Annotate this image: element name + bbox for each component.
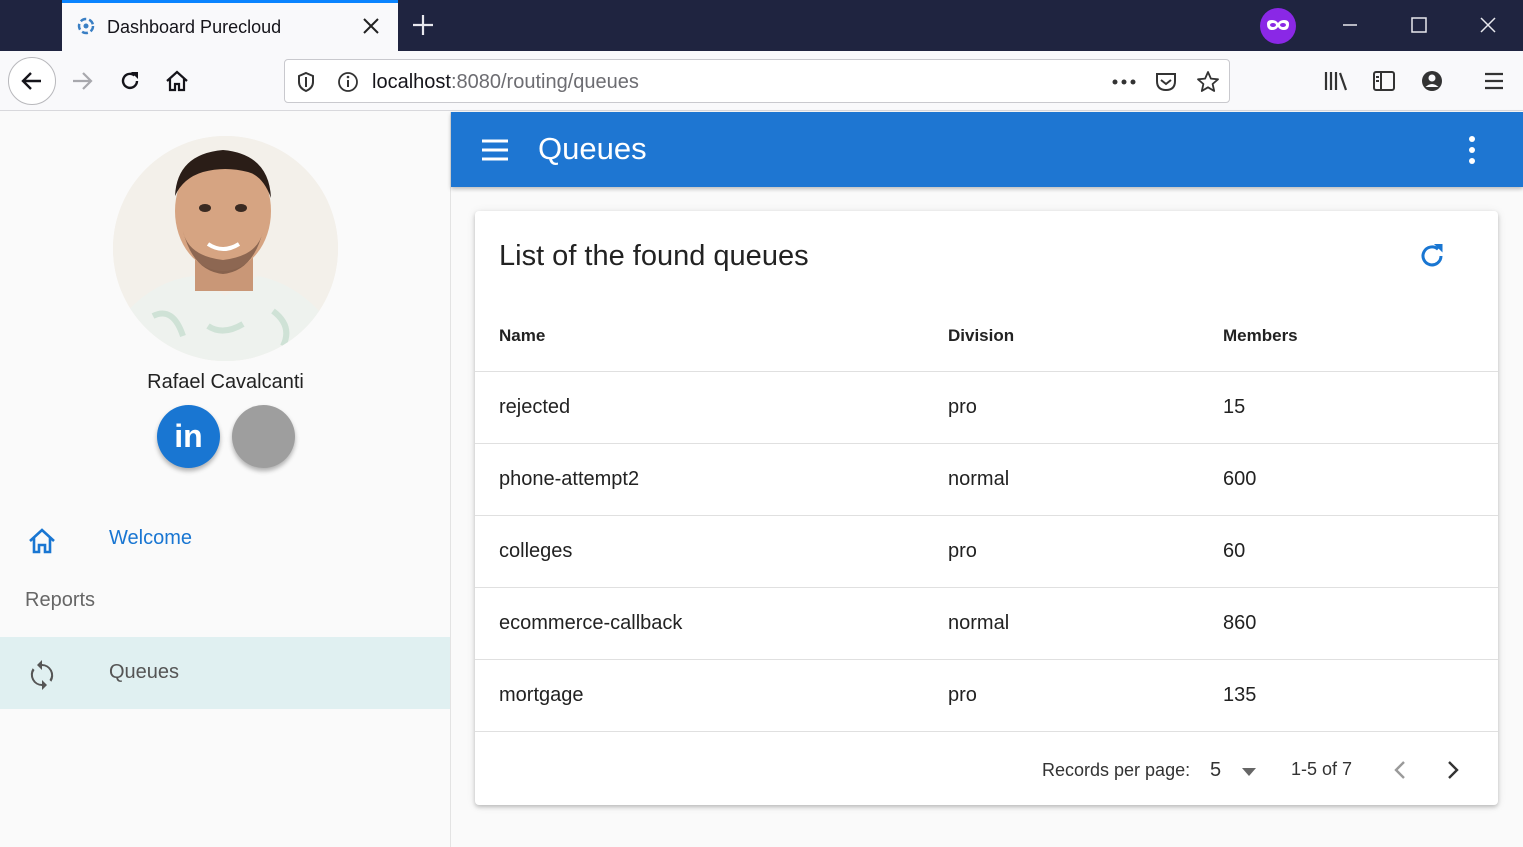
hamburger-icon xyxy=(1485,72,1503,90)
plus-icon[interactable] xyxy=(410,12,436,38)
more-horizontal-icon[interactable] xyxy=(1111,69,1137,95)
cell-members: 60 xyxy=(1223,540,1246,562)
maximize-icon[interactable] xyxy=(1408,14,1430,36)
cell-members: 860 xyxy=(1223,612,1257,634)
table-row[interactable]: mortgage pro 135 xyxy=(475,660,1498,732)
cell-members: 135 xyxy=(1223,684,1257,706)
forward-button[interactable] xyxy=(62,61,102,101)
hamburger-icon[interactable] xyxy=(480,136,510,164)
github-button[interactable] xyxy=(232,405,295,468)
back-button[interactable] xyxy=(8,57,56,105)
browser-titlebar: Dashboard Purecloud xyxy=(0,0,1523,51)
account-button[interactable] xyxy=(1412,61,1452,101)
sidebar-toggle-icon xyxy=(1373,71,1395,91)
caret-down-icon[interactable] xyxy=(1241,767,1257,777)
card-title: List of the found queues xyxy=(499,240,809,272)
star-icon[interactable] xyxy=(1195,69,1221,95)
cell-name: phone-attempt2 xyxy=(499,468,640,490)
refresh-icon[interactable] xyxy=(1415,239,1449,273)
cell-name: colleges xyxy=(499,540,573,562)
cell-members: 15 xyxy=(1223,396,1246,418)
cell-name: ecommerce-callback xyxy=(499,612,683,634)
reload-button[interactable] xyxy=(110,61,150,101)
sidebar-item-queues[interactable]: Queues xyxy=(0,637,450,709)
account-icon xyxy=(1422,71,1442,91)
linkedin-button[interactable]: in xyxy=(157,405,220,468)
sidebar-item-label: Welcome xyxy=(109,527,192,549)
url-path: :8080/routing/queues xyxy=(450,71,639,93)
cell-members: 600 xyxy=(1223,468,1257,490)
info-icon[interactable] xyxy=(335,69,361,95)
more-vertical-icon[interactable] xyxy=(1462,134,1482,166)
chevron-left-icon[interactable] xyxy=(1388,757,1414,783)
cell-division: normal xyxy=(948,468,1010,490)
cell-division: pro xyxy=(948,684,977,706)
forward-icon xyxy=(73,72,93,90)
table-row[interactable]: colleges pro 60 xyxy=(475,516,1498,588)
private-browsing-icon xyxy=(1260,8,1296,44)
close-window-icon[interactable] xyxy=(1477,14,1499,36)
browser-tab[interactable]: Dashboard Purecloud xyxy=(62,0,398,51)
pocket-icon[interactable] xyxy=(1153,69,1179,95)
reload-icon xyxy=(121,72,139,90)
browser-toolbar: localhost:8080/routing/queues xyxy=(0,51,1523,111)
app-menu-button[interactable] xyxy=(1474,61,1514,101)
reports-subheader: Reports xyxy=(25,589,96,611)
app-bar: Queues xyxy=(451,112,1523,187)
home-button[interactable] xyxy=(157,61,197,101)
pagination-range: 1-5 of 7 xyxy=(1291,759,1353,779)
cell-name: rejected xyxy=(499,396,571,418)
home-icon xyxy=(166,70,188,92)
minimize-icon[interactable] xyxy=(1339,14,1361,36)
column-header-name[interactable]: Name xyxy=(499,326,545,346)
column-header-division[interactable]: Division xyxy=(948,326,1014,346)
queues-card: List of the found queues Name Division M… xyxy=(475,211,1498,805)
table-row[interactable]: phone-attempt2 normal 600 xyxy=(475,444,1498,516)
url-text[interactable]: localhost:8080/routing/queues xyxy=(372,71,639,94)
cell-division: pro xyxy=(948,396,977,418)
sync-icon xyxy=(30,660,54,690)
url-host: localhost xyxy=(372,71,451,93)
linkedin-icon: in xyxy=(174,418,203,454)
profile-name: Rafael Cavalcanti xyxy=(147,371,304,393)
table-row[interactable]: ecommerce-callback normal 860 xyxy=(475,588,1498,660)
close-icon[interactable] xyxy=(360,15,382,37)
column-header-members[interactable]: Members xyxy=(1223,326,1298,346)
sidebar: Rafael Cavalcanti in Welcome Reports Que… xyxy=(0,112,451,847)
sidebar-item-welcome[interactable]: Welcome xyxy=(0,503,450,575)
home-icon xyxy=(29,528,55,554)
cell-name: mortgage xyxy=(499,684,584,706)
url-bar[interactable]: localhost:8080/routing/queues xyxy=(284,59,1230,103)
shield-icon[interactable] xyxy=(293,69,319,95)
avatar xyxy=(113,136,338,361)
table-row[interactable]: rejected pro 15 xyxy=(475,372,1498,444)
back-icon xyxy=(21,72,41,90)
records-per-page-label: Records per page: xyxy=(1042,760,1191,780)
purecloud-favicon xyxy=(77,17,95,35)
sidebar-toggle-button[interactable] xyxy=(1364,61,1404,101)
sidebar-item-label: Queues xyxy=(109,661,180,683)
cell-division: pro xyxy=(948,540,977,562)
page-title: Queues xyxy=(538,131,647,166)
chevron-right-icon[interactable] xyxy=(1439,757,1465,783)
records-per-page-select[interactable]: 5 xyxy=(1210,759,1221,782)
library-button[interactable] xyxy=(1316,61,1356,101)
tab-title: Dashboard Purecloud xyxy=(107,17,282,37)
cell-division: normal xyxy=(948,612,1010,634)
library-icon xyxy=(1324,72,1348,91)
